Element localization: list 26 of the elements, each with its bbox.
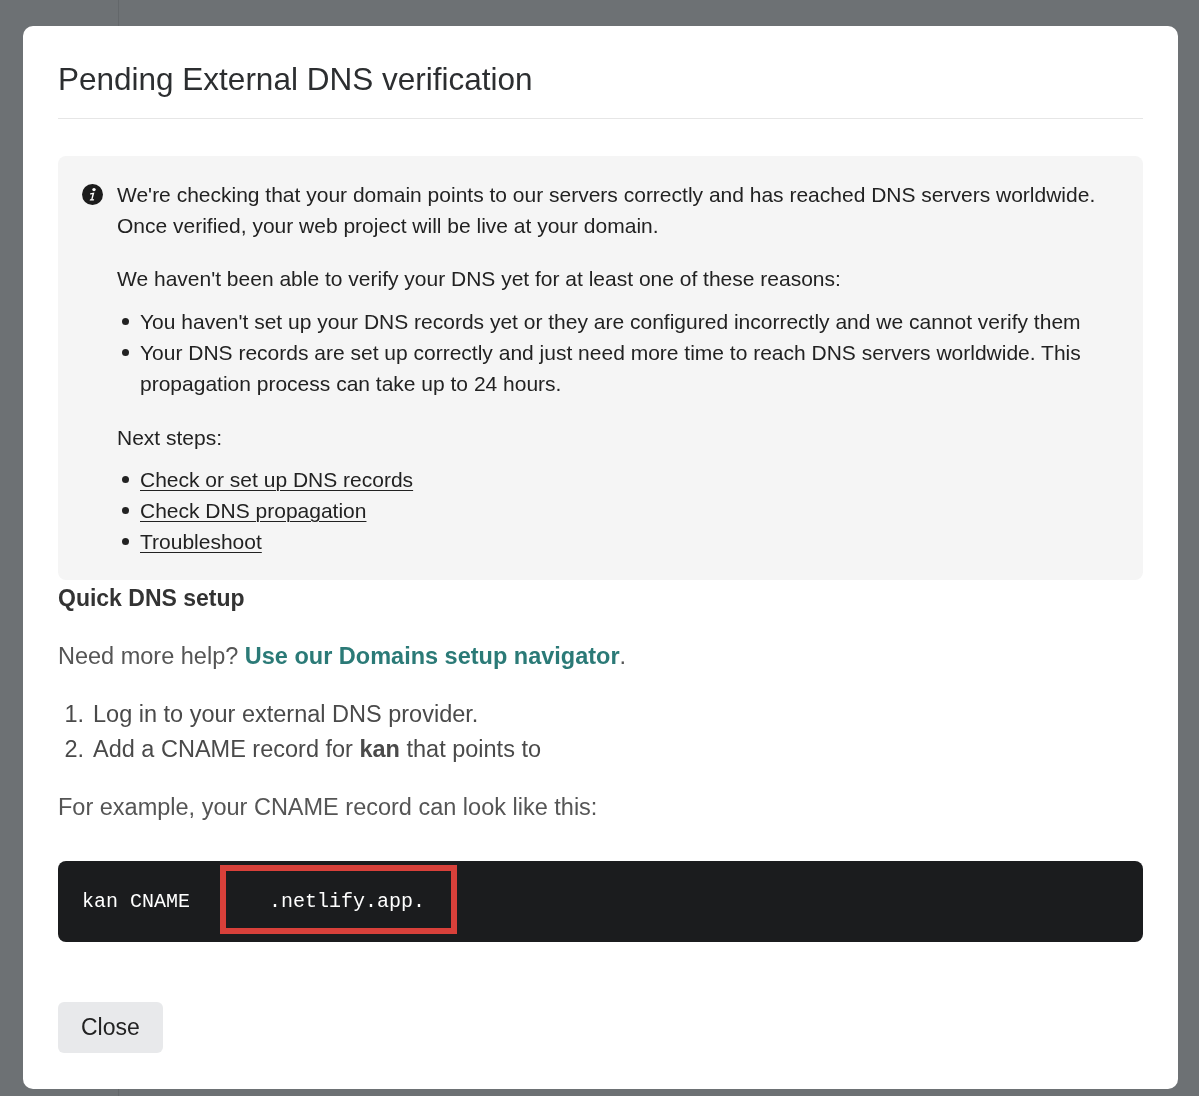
navigator-link[interactable]: Use our Domains setup navigator — [244, 643, 620, 669]
bullet-icon — [122, 538, 129, 545]
section-heading: Quick DNS setup — [58, 584, 246, 612]
next-steps-label: Next steps: — [117, 425, 224, 451]
next-step-link[interactable]: Check DNS propagation — [140, 495, 367, 526]
bullet-icon — [122, 318, 129, 325]
notice-text: We haven't been able to verify your DNS yet for at least one of these reasons: — [117, 266, 842, 292]
code-text: kan CNAME — [82, 888, 191, 915]
help-text: Need more help? Use our Domains setup navigator. — [58, 642, 628, 671]
notice-text: We're checking that your domain points to our servers correctly and has reached DNS servers worldwide. Once verified, your web project will be live at your domain. — [117, 182, 1097, 239]
bullet-icon — [122, 349, 129, 356]
close-button[interactable]: Close — [58, 1002, 163, 1053]
bullet-icon — [122, 507, 129, 514]
next-step-link[interactable]: Troubleshoot — [140, 526, 262, 557]
reason-text: You haven't set up your DNS records yet or they are configured incorrectly and we cannot verify them — [140, 309, 1081, 335]
dialog-title: Pending External DNS verification — [58, 60, 534, 98]
step-text: Add a CNAME record for kan that points to — [93, 735, 542, 764]
reason-text: Your DNS records are set up correctly and just need more time to reach DNS servers worldwide. This propagation process can take up to 24 hours. — [140, 340, 1082, 397]
info-icon — [82, 184, 103, 205]
step-number: 2. — [63, 735, 85, 764]
bullet-icon — [122, 476, 129, 483]
example-intro: For example, your CNAME record can look like this: — [58, 793, 599, 822]
code-target-text: .netlify.app. — [269, 888, 426, 915]
step-text: Log in to your external DNS provider. — [93, 700, 479, 729]
step-number: 1. — [63, 700, 85, 729]
next-step-link[interactable]: Check or set up DNS records — [140, 464, 414, 495]
